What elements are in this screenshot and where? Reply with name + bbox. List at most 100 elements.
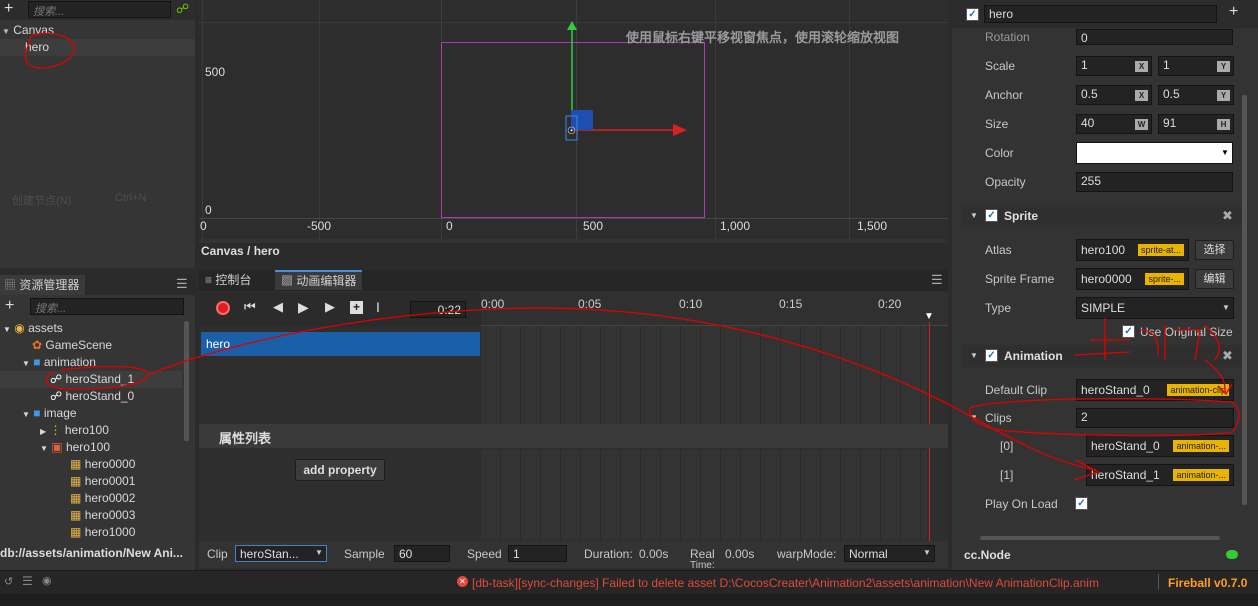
type-label: Type <box>985 301 1012 315</box>
inspector-footer-bar <box>980 536 1220 540</box>
expand-arrow-icon[interactable]: ▼ <box>3 325 11 334</box>
database-icon[interactable]: ☰ <box>22 574 33 588</box>
rotation-input[interactable]: 0 <box>1076 29 1233 45</box>
clip1-field[interactable]: heroStand_1 animation-... <box>1086 464 1234 486</box>
panel-menu-icon[interactable]: ☰ <box>176 276 188 292</box>
link-icon[interactable]: ☍ <box>176 1 189 17</box>
expand-arrow-icon[interactable]: ▼ <box>40 444 48 453</box>
asset-item-herostand0[interactable]: ☍ heroStand_0 <box>0 388 134 405</box>
asset-item-hero100-texture[interactable]: ▼ ▣ hero100 <box>0 439 110 456</box>
hierarchy-item-canvas[interactable]: ▼ Canvas <box>0 22 195 39</box>
asset-item-assets[interactable]: ▼ ◉ assets <box>0 320 63 337</box>
add-event-icon[interactable]: I <box>376 299 380 315</box>
expand-arrow-icon[interactable]: ▶ <box>40 427 46 436</box>
inspector-scrollbar[interactable] <box>1242 95 1247 505</box>
speed-input[interactable]: 1 <box>508 545 567 562</box>
playhead-marker-icon[interactable]: ▼ <box>924 311 934 322</box>
sprite-enabled-checkbox[interactable]: ✓ <box>985 209 998 222</box>
chevron-down-icon[interactable]: ▼ <box>1221 148 1229 157</box>
play-on-load-checkbox[interactable]: ✓ <box>1075 497 1088 510</box>
expand-arrow-icon[interactable]: ▼ <box>22 359 30 368</box>
expand-arrow-icon[interactable]: ▼ <box>2 27 10 36</box>
asset-item-animation[interactable]: ▼ ■ animation <box>0 354 96 371</box>
current-time-input[interactable]: 0:22 <box>410 301 466 318</box>
asset-item-hero0001[interactable]: ▦ hero0001 <box>0 473 135 490</box>
expand-arrow-icon[interactable]: ▼ <box>22 410 30 419</box>
sample-input[interactable]: 60 <box>394 545 450 562</box>
record-icon[interactable] <box>216 301 230 315</box>
node-name-input[interactable]: hero <box>984 5 1217 23</box>
asset-item-hero1000[interactable]: ▦ hero1000 <box>0 524 135 541</box>
remove-sprite-icon[interactable]: ✖ <box>1222 208 1233 224</box>
scene-breadcrumb-bar <box>199 239 948 243</box>
add-asset-icon[interactable]: + <box>5 297 14 315</box>
panel-menu-icon[interactable]: ☰ <box>931 272 943 288</box>
size-h-input[interactable]: 91 H <box>1158 114 1234 134</box>
assets-panel: ▦ 资源管理器 ☰ + 搜索... ▼ ◉ assets ✿ GameScene… <box>0 275 195 570</box>
console-toggle-icon[interactable]: ↺ <box>4 575 13 588</box>
keyframe-area[interactable] <box>481 326 927 424</box>
chevron-down-icon[interactable]: ▼ <box>923 548 931 557</box>
asset-item-herostand1[interactable]: ☍ heroStand_1 <box>0 371 182 388</box>
select-atlas-button[interactable]: 选择 <box>1195 240 1234 260</box>
clip-select[interactable]: heroStan... <box>235 545 327 562</box>
assets-scrollbar[interactable] <box>184 321 189 441</box>
animation-enabled-checkbox[interactable]: ✓ <box>985 349 998 362</box>
scale-y-input[interactable]: 1Y <box>1158 56 1234 76</box>
sprite-collapse-icon[interactable]: ▼ <box>970 211 978 220</box>
scene-icon: ✿ <box>32 338 43 352</box>
use-original-size-checkbox[interactable]: ✓ <box>1122 325 1135 338</box>
sprite-frame-field[interactable]: hero0000 sprite-... <box>1076 268 1189 290</box>
jump-first-icon[interactable]: ⏮ <box>244 299 256 315</box>
node-active-checkbox[interactable]: ✓ <box>966 8 979 21</box>
size-w-input[interactable]: 40 W <box>1076 114 1152 134</box>
anchor-y-input[interactable]: 0.5 Y <box>1158 85 1234 105</box>
node-row-hero[interactable]: hero <box>201 332 480 356</box>
animation-collapse-icon[interactable]: ▼ <box>970 351 978 360</box>
asset-item-hero0003[interactable]: ▦ hero0003 <box>0 507 135 524</box>
next-frame-icon[interactable]: ▶ <box>325 299 338 315</box>
chevron-down-icon[interactable]: ▼ <box>1222 303 1230 312</box>
chevron-down-icon[interactable]: ▼ <box>315 548 323 557</box>
default-clip-field[interactable]: heroStand_0 animation-clip <box>1076 379 1234 401</box>
type-select[interactable]: SIMPLE <box>1076 297 1234 319</box>
clip0-field[interactable]: heroStand_0 animation-... <box>1086 435 1234 457</box>
edit-sprite-button[interactable]: 编辑 <box>1195 269 1234 289</box>
add-keyframe-icon[interactable]: + <box>350 301 363 314</box>
property-keyframe-area[interactable] <box>481 450 927 540</box>
assets-tab-icon: ▦ <box>4 278 17 292</box>
scene-view[interactable]: 使用鼠标右键平移视窗焦点，使用滚轮缩放视图 500 0 0 -500 0 500… <box>199 0 948 243</box>
asset-item-image[interactable]: ▼ ■ image <box>0 405 77 422</box>
assets-search-input[interactable]: 搜索... <box>30 298 184 315</box>
clips-count-input[interactable]: 2 <box>1076 408 1234 428</box>
atlas-field[interactable]: hero100 sprite-at... <box>1076 239 1189 261</box>
color-swatch[interactable] <box>1076 142 1233 164</box>
hierarchy-item-hero[interactable]: hero <box>0 39 195 56</box>
real-label: Real <box>690 547 715 561</box>
add-component-icon[interactable]: + <box>1229 3 1238 21</box>
sprite-frame-label: Sprite Frame <box>985 272 1055 286</box>
prev-frame-icon[interactable]: ◀ <box>273 299 286 315</box>
warp-mode-select[interactable]: Normal <box>844 545 935 562</box>
asset-item-hero0002[interactable]: ▦ hero0002 <box>0 490 135 507</box>
anchor-x-input[interactable]: 0.5 X <box>1076 85 1152 105</box>
eye-off-icon[interactable]: ◉ <box>42 574 52 587</box>
move-gizmo[interactable]: ☉ <box>559 18 699 148</box>
tab-assets[interactable]: ▦ 资源管理器 <box>0 275 86 295</box>
status-error-message[interactable]: [db-task][sync-changes] Failed to delete… <box>472 576 1099 590</box>
y-tick-500: 500 <box>205 65 226 79</box>
play-icon[interactable]: ▶ <box>298 299 309 316</box>
add-property-button[interactable]: add property <box>295 459 385 481</box>
add-node-icon[interactable]: + <box>4 0 13 18</box>
tab-console[interactable]: ≡ 控制台 <box>199 270 257 290</box>
asset-item-gamescene[interactable]: ✿ GameScene <box>0 337 112 354</box>
opacity-input[interactable]: 255 <box>1076 172 1233 192</box>
remove-animation-icon[interactable]: ✖ <box>1222 348 1233 364</box>
tab-animation-editor[interactable]: ▩ 动画编辑器 <box>275 270 363 290</box>
version-divider <box>1158 574 1159 590</box>
scale-x-input[interactable]: 1X <box>1076 56 1152 76</box>
hierarchy-search-input[interactable]: 搜索... <box>28 1 171 18</box>
asset-item-hero0000[interactable]: ▦ hero0000 <box>0 456 135 473</box>
clips-collapse-icon[interactable]: ▼ <box>970 413 978 422</box>
asset-item-hero100-atlas[interactable]: ▶ ⋮ hero100 <box>0 422 109 439</box>
